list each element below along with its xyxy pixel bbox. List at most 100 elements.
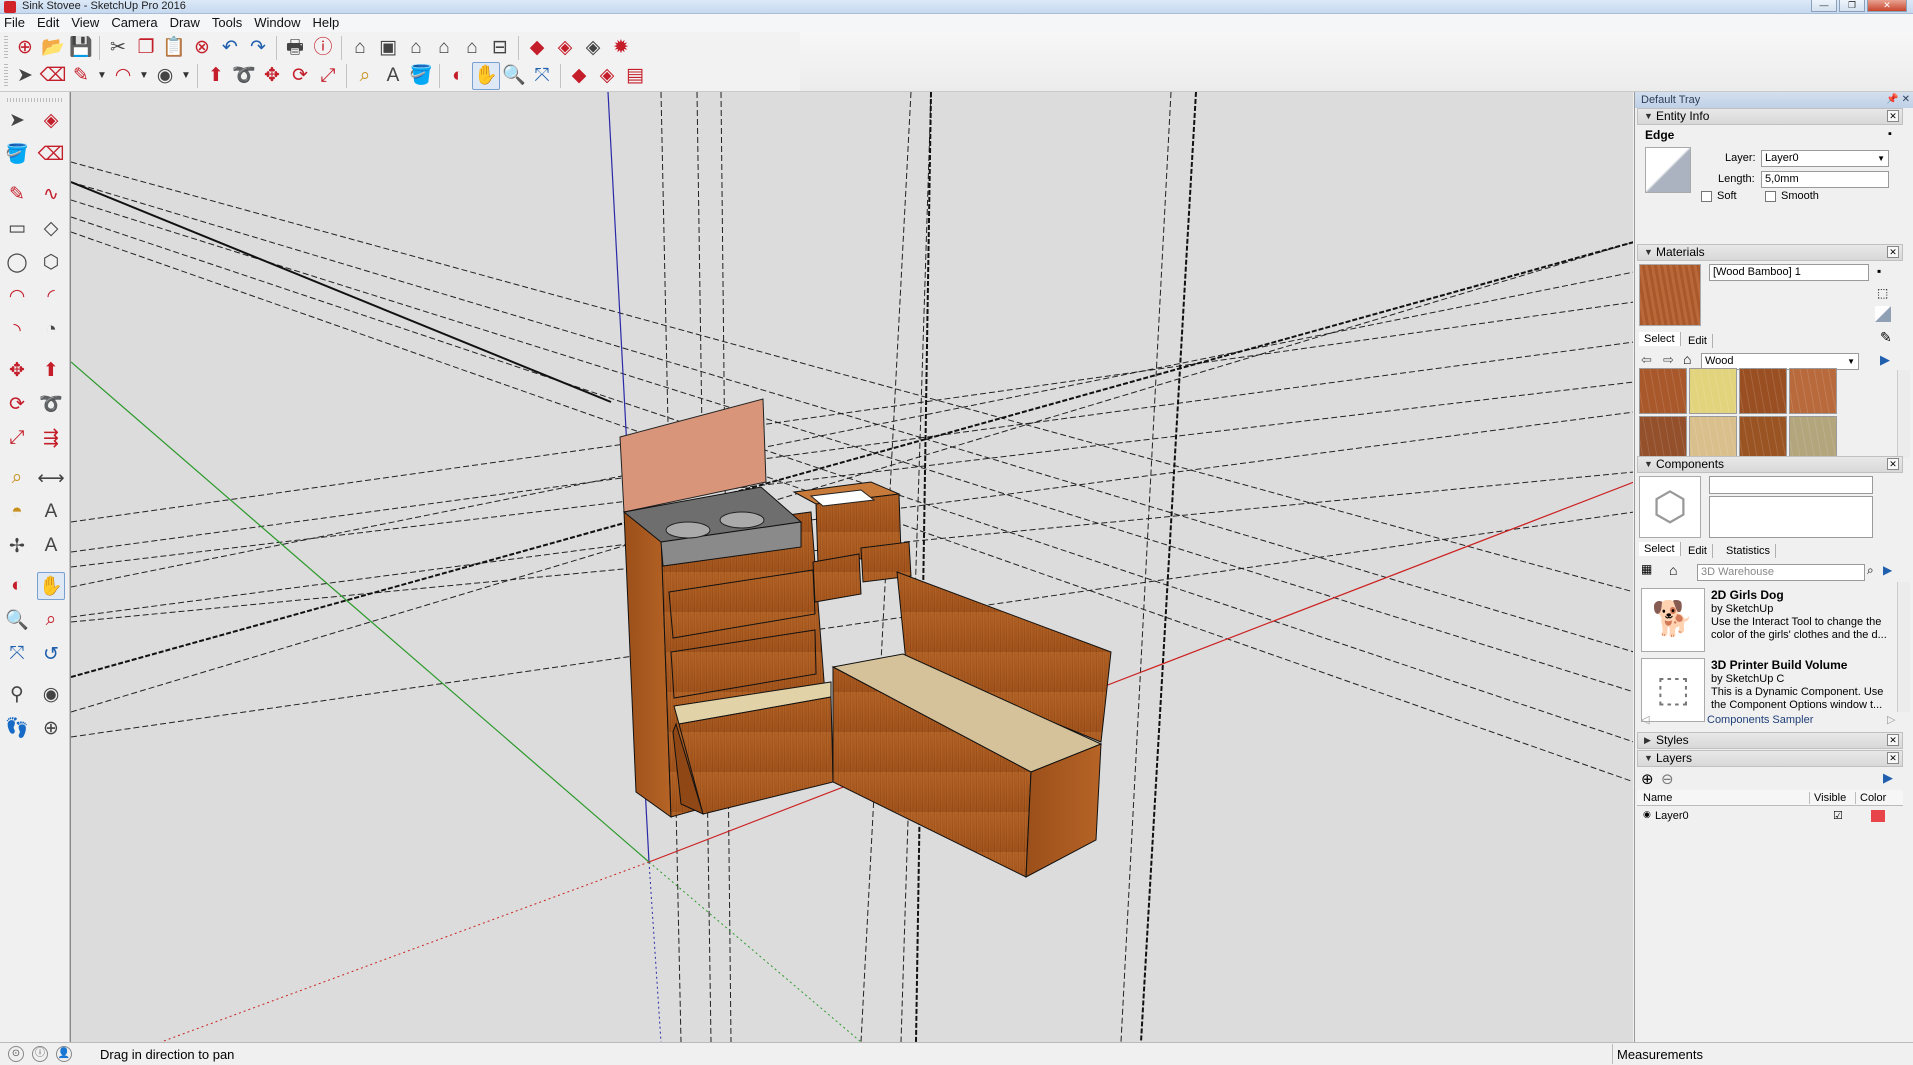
push-pull-tool-icon[interactable]: ⬆ xyxy=(37,356,65,384)
previous-view-icon[interactable]: ↺ xyxy=(37,640,65,668)
eraser-tool-icon[interactable]: ⌫ xyxy=(37,140,65,168)
cut-icon[interactable]: ✂ xyxy=(104,34,132,62)
push-pull-icon[interactable]: ⬆ xyxy=(202,62,230,90)
burner-2[interactable] xyxy=(719,511,765,529)
erase-icon[interactable]: ⊗ xyxy=(188,34,216,62)
model-canvas[interactable] xyxy=(71,92,1633,1042)
layer-color-swatch[interactable] xyxy=(1871,810,1885,822)
menu-tools[interactable]: Tools xyxy=(208,14,250,32)
smooth-checkbox[interactable] xyxy=(1765,191,1776,202)
materials-header[interactable]: ▼ Materials ✕ xyxy=(1637,244,1903,261)
new-model-icon[interactable]: ⊕ xyxy=(11,34,39,62)
styles-header[interactable]: ▶ Styles ✕ xyxy=(1637,732,1903,749)
pencil-tool-icon[interactable]: ✎ xyxy=(3,180,31,208)
menu-draw[interactable]: Draw xyxy=(166,14,208,32)
home-icon[interactable]: ⌂ xyxy=(1669,562,1677,578)
length-field[interactable]: 5,0mm xyxy=(1761,171,1889,188)
components-scrollbar[interactable] xyxy=(1897,582,1910,712)
section-plane-icon[interactable]: ⊕ xyxy=(37,714,65,742)
details-icon[interactable]: ▪ xyxy=(1888,128,1892,140)
material-swatch[interactable] xyxy=(1789,368,1837,414)
copy-icon[interactable]: ❐ xyxy=(132,34,160,62)
model-viewport[interactable] xyxy=(70,92,1633,1042)
menu-window[interactable]: Window xyxy=(250,14,308,32)
print-icon[interactable]: 🖶 xyxy=(281,34,309,62)
paste-icon[interactable]: 📋 xyxy=(160,34,188,62)
back-arrow-icon[interactable]: ⇦ xyxy=(1641,352,1652,368)
paint-tool-icon[interactable]: 🪣 xyxy=(3,140,31,168)
layers-header[interactable]: ▼ Layers ✕ xyxy=(1637,750,1903,767)
text-icon[interactable]: A xyxy=(379,62,407,90)
freehand-tool-icon[interactable]: ∿ xyxy=(37,180,65,208)
zoom-icon[interactable]: 🔍 xyxy=(500,62,528,90)
circle-tool-icon[interactable]: ◯ xyxy=(3,248,31,276)
minimize-button[interactable]: — xyxy=(1811,0,1837,12)
components-header[interactable]: ▼ Components ✕ xyxy=(1637,456,1903,473)
material-swatch[interactable] xyxy=(1639,368,1687,414)
tab-components-select[interactable]: Select xyxy=(1639,542,1681,556)
eyedropper-icon[interactable]: ✎ xyxy=(1880,329,1892,346)
create-material-icon[interactable]: ⬚ xyxy=(1877,286,1888,300)
get-models-icon[interactable]: ◆ xyxy=(565,62,593,90)
chevron-down-icon[interactable]: ▼ xyxy=(179,62,193,90)
model-info-icon[interactable]: ⓘ xyxy=(309,34,337,62)
scale-tool-icon[interactable]: ⤢ xyxy=(3,424,31,452)
orbit-icon[interactable]: ◐ xyxy=(444,62,472,90)
pan-tool-icon[interactable]: ✋ xyxy=(37,572,65,600)
tab-components-edit[interactable]: Edit xyxy=(1683,544,1713,558)
scale-icon[interactable]: ⤢ xyxy=(314,62,342,90)
select-icon[interactable]: ➤ xyxy=(11,62,39,90)
component-tool-icon[interactable]: ◈ xyxy=(37,106,65,134)
left-view-icon[interactable]: ⊟ xyxy=(486,34,514,62)
paint-bucket-icon[interactable]: 🪣 xyxy=(407,62,435,90)
search-icon[interactable]: ⌕ xyxy=(1867,563,1874,578)
details-arrow-icon[interactable]: ▶ xyxy=(1883,563,1892,577)
material-swatch[interactable] xyxy=(1739,368,1787,414)
zoom-window-icon[interactable]: ⌕ xyxy=(37,606,65,634)
default-material-icon[interactable] xyxy=(1875,306,1891,322)
move-icon[interactable]: ✥ xyxy=(258,62,286,90)
menu-view[interactable]: View xyxy=(67,14,107,32)
3d-text-tool-icon[interactable]: A xyxy=(37,532,65,560)
soft-checkbox[interactable] xyxy=(1701,191,1712,202)
tape-tool-icon[interactable]: ⌕ xyxy=(3,464,31,492)
view-options-icon[interactable]: ▦ xyxy=(1641,562,1652,576)
front-view-icon[interactable]: ⌂ xyxy=(402,34,430,62)
chevron-down-icon[interactable]: ▼ xyxy=(137,62,151,90)
three-point-arc-icon[interactable]: ◝ xyxy=(3,316,31,344)
menu-edit[interactable]: Edit xyxy=(33,14,67,32)
layer-select[interactable]: Layer0 ▼ xyxy=(1761,150,1889,167)
open-icon[interactable]: 📂 xyxy=(39,34,67,62)
iso-view-icon[interactable]: ⌂ xyxy=(346,34,374,62)
sampler-forward-icon[interactable]: ▷ xyxy=(1887,713,1895,726)
zoom-extents-icon[interactable]: ⤧ xyxy=(528,62,556,90)
add-layer-icon[interactable]: ⊕ xyxy=(1641,770,1654,788)
orbit-tool-icon[interactable]: ◐ xyxy=(3,572,31,600)
rotated-rect-tool-icon[interactable]: ◇ xyxy=(37,214,65,242)
top-view-icon[interactable]: ▣ xyxy=(374,34,402,62)
toolbar-grip[interactable] xyxy=(7,98,63,102)
arc-tool-icon[interactable]: ◠ xyxy=(3,282,31,310)
materials-scrollbar[interactable] xyxy=(1897,370,1910,458)
burner-1[interactable] xyxy=(665,521,711,539)
details-arrow-icon[interactable]: ▶ xyxy=(1880,352,1890,368)
menu-file[interactable]: File xyxy=(0,14,33,32)
layer-visible-checkbox[interactable]: ☑ xyxy=(1833,809,1843,822)
material-name-field[interactable]: [Wood Bamboo] 1 xyxy=(1709,264,1869,281)
component-name-field[interactable] xyxy=(1709,476,1873,494)
walk-tool-icon[interactable]: 👣 xyxy=(3,714,31,742)
pan-icon[interactable]: ✋ xyxy=(472,61,500,90)
follow-me-tool-icon[interactable]: ➰ xyxy=(37,390,65,418)
follow-me-icon[interactable]: ➰ xyxy=(230,62,258,90)
material-swatch[interactable] xyxy=(1689,368,1737,414)
delete-layer-icon[interactable]: ⊖ xyxy=(1661,770,1674,788)
shape-icon[interactable]: ◉ xyxy=(151,62,179,90)
move-tool-icon[interactable]: ✥ xyxy=(3,356,31,384)
details-arrow-icon[interactable]: ▶ xyxy=(1883,770,1893,786)
protractor-tool-icon[interactable]: ◓ xyxy=(3,498,31,526)
pie-tool-icon[interactable]: ◔ xyxy=(37,316,65,344)
menu-camera[interactable]: Camera xyxy=(107,14,165,32)
toolbar-grip[interactable] xyxy=(4,63,8,88)
tab-materials-edit[interactable]: Edit xyxy=(1683,334,1713,348)
undo-icon[interactable]: ↶ xyxy=(216,34,244,62)
